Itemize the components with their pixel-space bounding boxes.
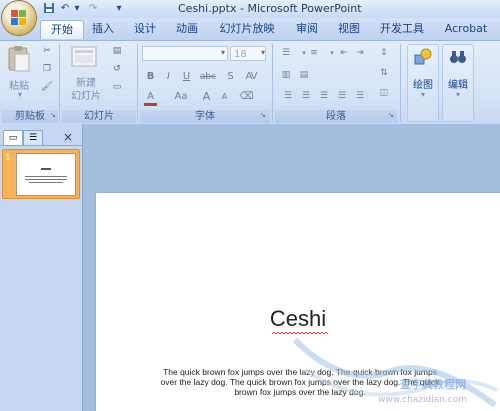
thumb-title-line (41, 168, 51, 170)
tab-insert[interactable]: 插入 (86, 20, 120, 38)
decrease-indent-icon[interactable]: ⇤ (336, 46, 352, 60)
clear-formatting-icon[interactable]: ⌫ (238, 89, 255, 105)
redo-icon[interactable]: ↷ (86, 2, 100, 15)
chevron-down-icon[interactable]: ▾ (14, 90, 26, 99)
tab-animation[interactable]: 动画 (170, 20, 204, 38)
customize-qat-icon[interactable]: ▾ (112, 2, 126, 15)
distributed-icon[interactable]: ☰ (352, 89, 368, 103)
thumb-text-line (25, 179, 67, 180)
reset-icon[interactable]: ↺ (110, 63, 124, 75)
chevron-down-icon[interactable]: ▾ (70, 2, 84, 15)
shadow-button[interactable]: S (222, 69, 239, 85)
group-divider (137, 44, 138, 122)
watermark-text: 查字典教程网 (400, 378, 466, 391)
format-painter-icon[interactable]: 🖌 (40, 81, 54, 93)
smartart-icon[interactable]: ◫ (376, 86, 392, 100)
binoculars-icon (448, 47, 468, 67)
chevron-down-icon[interactable]: ▾ (256, 47, 270, 59)
chevron-down-icon[interactable]: ▾ (417, 90, 429, 99)
justify-icon[interactable]: ☰ (334, 89, 350, 103)
align-right-icon[interactable]: ☰ (316, 89, 332, 103)
tab-acrobat[interactable]: Acrobat (440, 20, 492, 38)
numbering-icon[interactable]: ≡ (306, 46, 322, 60)
divider (0, 145, 82, 146)
drawing-label: 绘图 (413, 80, 433, 91)
slide-number: 1 (5, 153, 11, 163)
thumb-text-line (29, 182, 63, 183)
dialog-launcher-icon[interactable]: ↘ (388, 111, 396, 119)
slide-title[interactable]: Ceshi (96, 306, 500, 332)
close-icon[interactable]: × (60, 130, 76, 144)
outline-tab-icon[interactable]: ☰ (23, 130, 43, 146)
tab-design[interactable]: 设计 (128, 20, 162, 38)
tab-review[interactable]: 审阅 (292, 20, 322, 38)
line-spacing-icon[interactable]: ↕ (376, 46, 392, 60)
italic-button[interactable]: I (160, 69, 177, 85)
office-button[interactable] (2, 1, 36, 35)
group-label-slides: 幻灯片 (62, 110, 136, 123)
tab-developer[interactable]: 开发工具 (376, 20, 428, 38)
character-spacing-icon[interactable]: AV (240, 69, 262, 85)
dialog-launcher-icon[interactable]: ↘ (260, 111, 268, 119)
delete-slide-icon[interactable]: ▭ (110, 81, 124, 93)
dialog-launcher-icon[interactable]: ↘ (50, 111, 58, 119)
tab-home[interactable]: 开始 (40, 20, 84, 39)
shapes-icon (413, 47, 433, 67)
group-label-paragraph: 段落 (275, 110, 397, 123)
underline-button[interactable]: U (178, 69, 195, 85)
save-icon[interactable] (42, 2, 56, 15)
shrink-font-button[interactable]: A (216, 89, 233, 105)
copy-icon[interactable]: ❐ (40, 63, 54, 75)
tab-view[interactable]: 视图 (334, 20, 364, 38)
change-case-button[interactable]: Aa (170, 89, 192, 105)
align-center-icon[interactable]: ☰ (298, 89, 314, 103)
grow-font-button[interactable]: A (198, 89, 215, 105)
office-logo-icon (11, 10, 26, 25)
new-slide-label-2[interactable]: 幻灯片 (62, 87, 110, 102)
slides-tab-icon[interactable]: ▭ (3, 130, 23, 146)
layout-icon[interactable]: ▤ (110, 45, 124, 57)
cut-icon[interactable]: ✂ (40, 45, 54, 57)
columns-icon[interactable]: ▥ (278, 68, 294, 82)
text-direction-icon[interactable]: ⇅ (376, 66, 392, 80)
group-divider (400, 44, 401, 122)
align-left-icon[interactable]: ☰ (280, 89, 296, 103)
paste-icon[interactable] (6, 44, 32, 74)
watermark-url: www.chazidian.com (378, 395, 468, 405)
tab-slideshow[interactable]: 幻灯片放映 (214, 20, 280, 38)
strikethrough-button[interactable]: abc (196, 69, 220, 85)
increase-indent-icon[interactable]: ⇥ (352, 46, 368, 60)
group-divider (59, 44, 60, 122)
group-label-font: 字体 (140, 110, 270, 123)
chevron-down-icon[interactable]: ▾ (216, 47, 230, 59)
editing-label: 编辑 (448, 80, 468, 91)
new-slide-icon[interactable] (70, 44, 100, 72)
group-divider (272, 44, 273, 122)
bullets-icon[interactable]: ☰ (278, 46, 294, 60)
thumb-text-line (25, 176, 67, 177)
slide-thumbnail[interactable] (16, 153, 76, 196)
bold-button[interactable]: B (142, 69, 159, 85)
font-color-swatch (144, 103, 157, 106)
chevron-down-icon[interactable]: ▾ (452, 90, 464, 99)
align-text-icon[interactable]: ▤ (296, 68, 312, 82)
window-title: Ceshi.pptx - Microsoft PowerPoint (178, 2, 362, 15)
